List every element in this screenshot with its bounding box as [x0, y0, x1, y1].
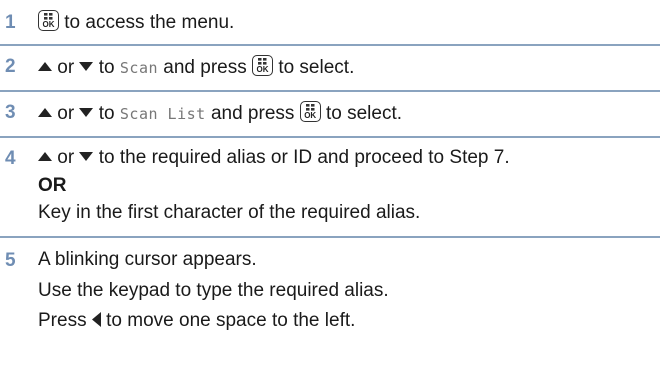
- step-text: OK to access the menu.: [38, 10, 234, 34]
- down-arrow-icon: [79, 152, 94, 161]
- down-arrow-icon: [79, 62, 94, 71]
- up-arrow-icon: [38, 108, 52, 117]
- step-number: 5: [5, 250, 16, 271]
- divider: [0, 236, 660, 238]
- or-label: OR: [38, 175, 67, 196]
- menu-ok-key-icon: OK: [38, 10, 59, 31]
- up-arrow-icon: [38, 62, 52, 71]
- left-arrow-icon: [91, 312, 101, 327]
- divider: [0, 136, 660, 138]
- divider: [0, 44, 660, 46]
- step-text: Press to move one space to the left.: [38, 310, 356, 331]
- step-text: A blinking cursor appears.: [38, 249, 257, 270]
- divider: [0, 90, 660, 92]
- step-text: or to the required alias or ID and proce…: [38, 147, 510, 169]
- up-arrow-icon: [38, 152, 52, 161]
- step-1-text: to access the menu.: [64, 12, 235, 33]
- lcd-menu-text: Scan List: [119, 105, 206, 123]
- step-text: or to Scan and press OK to select.: [38, 55, 354, 79]
- step-text: or to Scan List and press OK to select.: [38, 101, 402, 125]
- step-text-alt: Key in the first character of the requir…: [38, 202, 421, 223]
- step-number: 3: [5, 102, 16, 123]
- lcd-menu-text: Scan: [119, 59, 159, 77]
- step-number: 4: [5, 148, 16, 169]
- down-arrow-icon: [79, 108, 94, 117]
- menu-ok-key-icon: OK: [252, 55, 274, 76]
- step-number: 1: [5, 12, 16, 33]
- step-text: Use the keypad to type the required alia…: [38, 280, 389, 301]
- step-number: 2: [5, 56, 16, 77]
- menu-ok-key-icon: OK: [299, 101, 321, 122]
